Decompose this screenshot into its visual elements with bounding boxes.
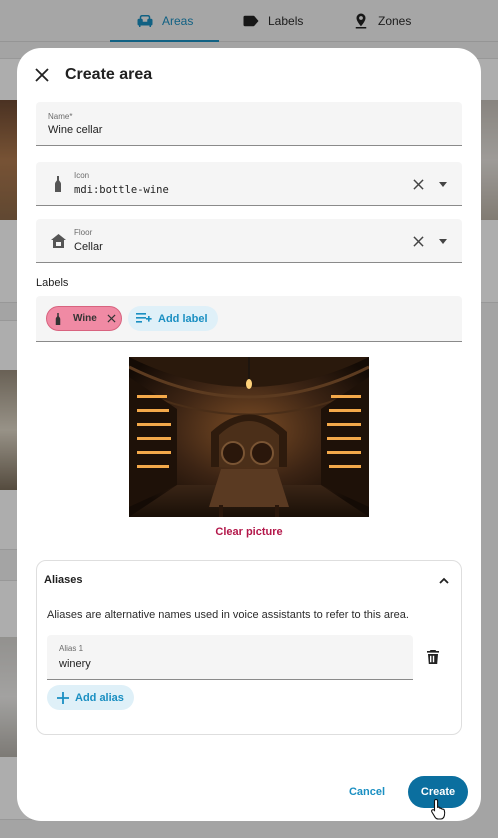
aliases-title[interactable]: Aliases bbox=[44, 574, 83, 586]
labels-heading: Labels bbox=[36, 277, 69, 289]
icon-field-value: mdi:bottle-wine bbox=[74, 184, 169, 196]
label-chip-text: Wine bbox=[73, 313, 97, 324]
clear-floor-button[interactable] bbox=[410, 233, 426, 249]
chevron-down-icon bbox=[439, 181, 447, 187]
labels-picker: Wine Add label bbox=[36, 296, 462, 342]
delete-alias-button[interactable] bbox=[425, 648, 441, 666]
close-button[interactable] bbox=[31, 64, 53, 86]
alias-field-label: Alias 1 bbox=[59, 644, 84, 653]
icon-field-label: Icon bbox=[74, 171, 90, 180]
hand-cursor-icon bbox=[431, 798, 446, 820]
close-icon bbox=[107, 314, 116, 323]
remove-label-button[interactable] bbox=[106, 313, 118, 325]
dialog-header: Create area bbox=[17, 48, 481, 100]
bottle-wine-icon bbox=[55, 312, 65, 326]
alias-field-value: winery bbox=[59, 658, 91, 670]
name-field[interactable]: Name* Wine cellar bbox=[36, 102, 462, 146]
chevron-down-icon bbox=[439, 238, 447, 244]
alias-field[interactable]: Alias 1 winery bbox=[47, 635, 413, 680]
name-field-value: Wine cellar bbox=[48, 124, 103, 136]
plus-icon bbox=[57, 691, 69, 704]
close-icon bbox=[35, 68, 49, 82]
create-area-dialog: Create area Name* Wine cellar Icon mdi:b… bbox=[17, 48, 481, 821]
area-picture bbox=[129, 357, 369, 517]
close-icon bbox=[412, 178, 424, 190]
floor-field-label: Floor bbox=[74, 228, 93, 237]
trash-icon bbox=[427, 650, 439, 664]
label-chip-wine[interactable]: Wine bbox=[46, 306, 122, 331]
add-alias-button[interactable]: Add alias bbox=[47, 685, 134, 710]
floor-field[interactable]: Floor Cellar bbox=[36, 219, 462, 263]
add-label-text: Add label bbox=[158, 312, 208, 325]
aliases-panel: Aliases Aliases are alternative names us… bbox=[36, 560, 462, 735]
clear-icon-button[interactable] bbox=[410, 176, 426, 192]
name-field-label: Name* bbox=[48, 112, 73, 121]
floor-field-value: Cellar bbox=[74, 241, 103, 253]
icon-field[interactable]: Icon mdi:bottle-wine bbox=[36, 162, 462, 206]
add-alias-text: Add alias bbox=[75, 691, 124, 704]
add-label-button[interactable]: Add label bbox=[128, 306, 218, 331]
bottle-wine-icon bbox=[50, 176, 66, 192]
playlist-plus-icon bbox=[136, 312, 152, 323]
close-icon bbox=[412, 235, 424, 247]
floor-dropdown-button[interactable] bbox=[436, 234, 450, 248]
home-floor-icon bbox=[50, 233, 66, 249]
chevron-up-icon bbox=[439, 577, 449, 584]
collapse-aliases-button[interactable] bbox=[437, 573, 451, 587]
aliases-description: Aliases are alternative names used in vo… bbox=[47, 609, 409, 621]
clear-picture-button[interactable]: Clear picture bbox=[17, 526, 481, 538]
cancel-button[interactable]: Cancel bbox=[342, 781, 392, 803]
icon-dropdown-button[interactable] bbox=[436, 177, 450, 191]
dialog-title: Create area bbox=[65, 66, 153, 83]
